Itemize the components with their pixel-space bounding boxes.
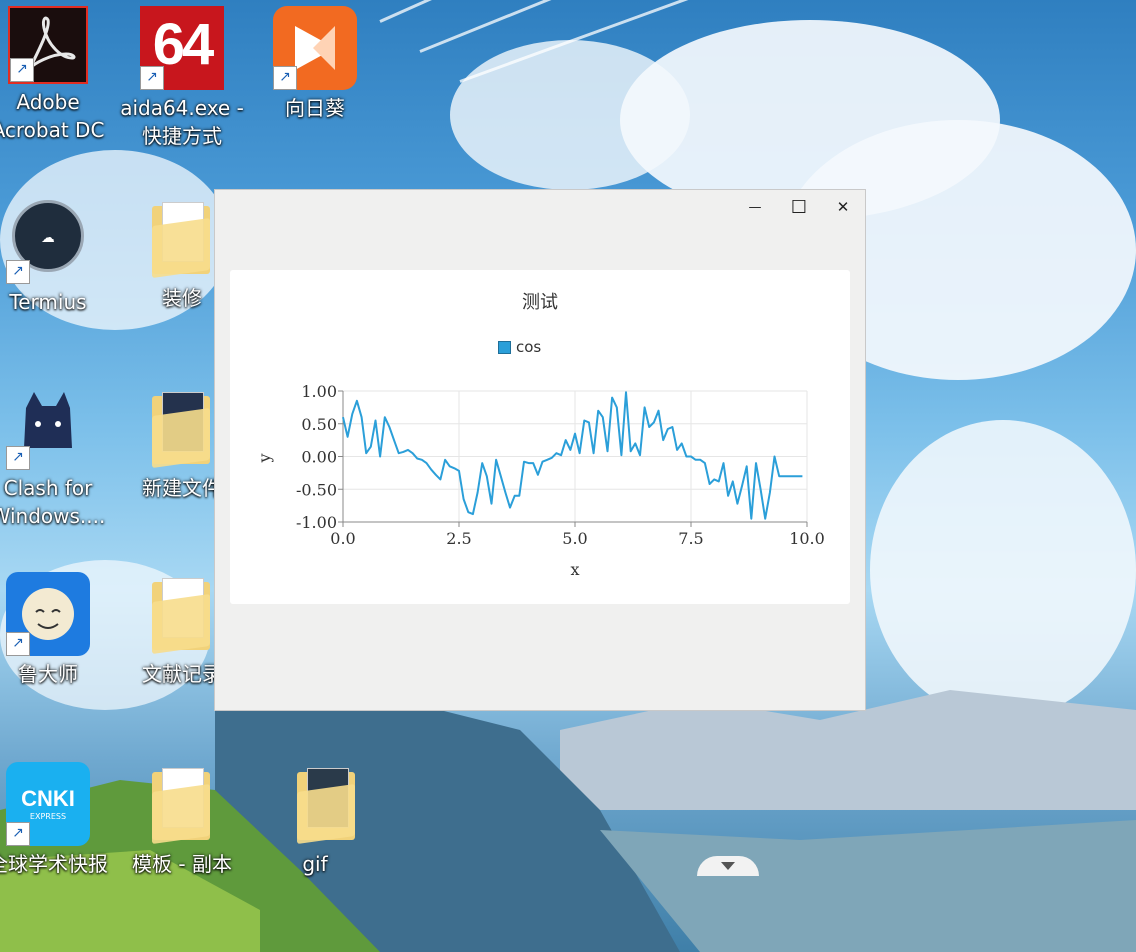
y-tick-label: 0.50 (301, 415, 337, 434)
shortcut-arrow-icon: ↗ (10, 58, 34, 82)
desktop-icon-label: aida64.exe - 快捷方式 (120, 96, 244, 148)
folder-icon (140, 762, 224, 846)
shortcut-arrow-icon: ↗ (273, 66, 297, 90)
close-button[interactable]: ✕ (821, 190, 865, 224)
desktop-icon-aida64[interactable]: 64 ↗ aida64.exe - 快捷方式 (118, 6, 246, 150)
chart-card: 测试 cos 1.00 0.50 0.00 -0.50 -1.00 0.0 2.5 5.0 7.… (230, 270, 850, 604)
x-tick-label: 0.0 (330, 529, 355, 548)
desktop-icon-label: 模板 - 副本 (132, 852, 232, 876)
desktop-icon-label: 向日葵 (285, 96, 345, 120)
ludashi-icon: ↗ (6, 572, 90, 656)
folder-icon (140, 572, 224, 656)
chart-window: — ☐ ✕ 测试 cos 1.00 0.50 0.00 -0.50 -1.00 0.0 2.… (215, 190, 865, 710)
folder-icon (140, 196, 224, 280)
cloud (870, 420, 1136, 720)
chart-plot: 1.000.500.00-0.50-1.000.0 2.5 5.0 7.5 10.0 x… (255, 382, 825, 579)
termius-icon: ☁ ↗ (6, 200, 90, 284)
x-tick-label: 10.0 (789, 529, 825, 548)
close-icon: ✕ (836, 198, 850, 216)
desktop-icon-ludashi[interactable]: ↗ 鲁大师 (0, 572, 112, 688)
chevron-down-icon (721, 862, 735, 870)
y-axis-label: y (255, 453, 274, 463)
maximize-button[interactable]: ☐ (777, 190, 821, 224)
window-titlebar[interactable]: — ☐ ✕ (215, 190, 865, 224)
light-ray (379, 0, 765, 23)
shortcut-arrow-icon: ↗ (6, 822, 30, 846)
minimize-button[interactable]: — (733, 190, 777, 224)
desktop-icon-label: Adobe Acrobat DC (0, 90, 105, 142)
y-tick-label: 0.00 (301, 448, 337, 467)
desktop-icon-label: 全球学术快报 (0, 852, 108, 876)
y-tick-label: -0.50 (296, 480, 337, 499)
series-line-cos (342, 391, 803, 520)
desktop-icon-label: gif (302, 852, 328, 876)
cnki-icon: CNKI EXPRESS ↗ (6, 762, 90, 846)
desktop-icon-sunlogin[interactable]: ↗ 向日葵 (251, 6, 379, 122)
maximize-icon: ☐ (790, 196, 808, 218)
shortcut-arrow-icon: ↗ (6, 260, 30, 284)
x-axis-label: x (570, 560, 579, 579)
shortcut-arrow-icon: ↗ (6, 446, 30, 470)
desktop-icon-label: 鲁大师 (18, 662, 78, 686)
x-tick-label: 2.5 (446, 529, 471, 548)
sunlogin-icon: ↗ (273, 6, 357, 90)
desktop-icon-label: Termius (9, 290, 87, 314)
cloud (450, 40, 690, 190)
x-tick-label: 5.0 (562, 529, 587, 548)
folder-icon (273, 762, 357, 846)
desktop-icon-cnki[interactable]: CNKI EXPRESS ↗ 全球学术快报 (0, 762, 112, 878)
cnki-badge: CNKI (21, 786, 75, 811)
desktop-icon-folder-gif[interactable]: gif (251, 762, 379, 878)
desktop-icon-folder-template[interactable]: 模板 - 副本 (118, 762, 246, 878)
desktop-icon-acrobat[interactable]: ↗ Adobe Acrobat DC (0, 6, 112, 144)
cnki-sub: EXPRESS (29, 812, 67, 821)
minimize-icon: — (748, 199, 762, 215)
desktop-icon-termius[interactable]: ☁ ↗ Termius (0, 196, 112, 316)
x-tick-label: 7.5 (678, 529, 703, 548)
aida64-icon: 64 ↗ (140, 6, 224, 90)
taskbar-reveal-tab[interactable] (697, 856, 759, 876)
desktop-icon-clash[interactable]: ↗ Clash for Windows.... (0, 386, 112, 530)
shortcut-arrow-icon: ↗ (6, 632, 30, 656)
acrobat-icon: ↗ (8, 6, 88, 84)
chart-ticks: 1.000.500.00-0.50-1.000.0 2.5 5.0 7.5 10.0 (296, 382, 825, 548)
y-tick-label: 1.00 (301, 382, 337, 401)
chart-series (342, 391, 803, 520)
desktop-icon-label: Clash for Windows.... (0, 476, 106, 528)
folder-icon (140, 386, 224, 470)
clash-cat-icon: ↗ (6, 386, 90, 470)
shortcut-arrow-icon: ↗ (140, 66, 164, 90)
